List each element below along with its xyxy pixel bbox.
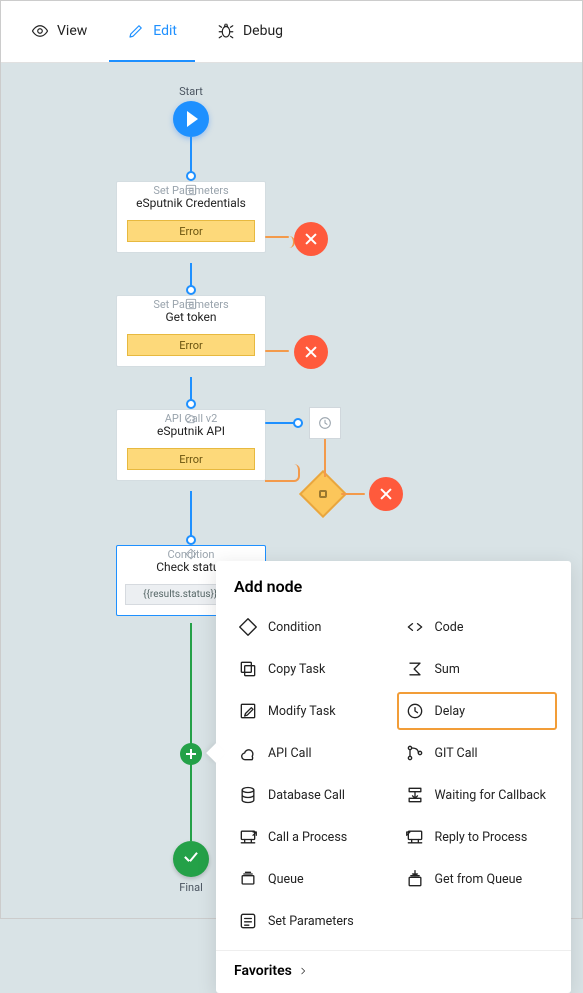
git-call-icon: [405, 743, 425, 763]
queue-icon: [238, 869, 258, 889]
option-label: Copy Task: [268, 662, 325, 677]
delete-node-button[interactable]: [294, 335, 328, 369]
add-node-option-condition[interactable]: Condition: [230, 608, 391, 646]
option-label: Waiting for Callback: [435, 788, 546, 803]
node-type-label: Condition: [167, 548, 214, 561]
node-api-call[interactable]: API Call v2 eSputnik API Error: [116, 409, 266, 481]
delay-icon: [405, 701, 425, 721]
node-type-label: API Call v2: [165, 412, 218, 425]
node-name: Get token: [117, 308, 265, 334]
add-node-button[interactable]: [180, 743, 202, 765]
add-node-option-queue[interactable]: Queue: [230, 860, 391, 898]
code-icon: [405, 617, 425, 637]
node-error-badge: Error: [127, 220, 255, 242]
final-label: Final: [171, 881, 211, 894]
add-node-option-git-call[interactable]: GIT Call: [397, 734, 558, 772]
option-label: Code: [435, 620, 464, 635]
reply-proc-icon: [405, 827, 425, 847]
connector-dot: [186, 285, 196, 295]
option-label: GIT Call: [435, 746, 478, 761]
node-set-params-2[interactable]: Set Parameters Get token Error: [116, 295, 266, 367]
copy-task-icon: [238, 659, 258, 679]
add-node-option-api-call[interactable]: API Call: [230, 734, 391, 772]
option-label: Get from Queue: [435, 872, 523, 887]
connector: [190, 623, 192, 841]
add-node-option-db-call[interactable]: Database Call: [230, 776, 391, 814]
connector-dot: [293, 418, 303, 428]
modify-task-icon: [238, 701, 258, 721]
favorites-section[interactable]: Favorites: [216, 950, 571, 983]
add-node-option-get-queue[interactable]: Get from Queue: [397, 860, 558, 898]
option-label: Sum: [435, 662, 460, 677]
tab-view-label: View: [57, 23, 87, 39]
option-label: Modify Task: [268, 704, 336, 719]
final-node[interactable]: [173, 841, 209, 877]
node-name: eSputnik API: [117, 422, 265, 448]
add-node-option-modify-task[interactable]: Modify Task: [230, 692, 391, 730]
node-name: eSputnik Credentials: [117, 194, 265, 220]
node-error-badge: Error: [127, 334, 255, 356]
condition-icon: [238, 617, 258, 637]
wait-cb-icon: [405, 785, 425, 805]
tab-debug-label: Debug: [243, 23, 283, 39]
add-node-option-set-params[interactable]: Set Parameters: [230, 902, 391, 940]
api-call-icon: [238, 743, 258, 763]
sum-icon: [405, 659, 425, 679]
favorites-label: Favorites: [234, 963, 292, 979]
node-set-params-1[interactable]: Set Parameters eSputnik Credentials Erro…: [116, 181, 266, 253]
option-label: Reply to Process: [435, 830, 528, 845]
delay-mini-node[interactable]: [309, 407, 341, 439]
get-queue-icon: [405, 869, 425, 889]
add-node-option-copy-task[interactable]: Copy Task: [230, 650, 391, 688]
node-type-label: Set Parameters: [153, 184, 228, 197]
tab-view[interactable]: View: [13, 1, 105, 62]
connector: [190, 491, 192, 541]
add-node-popover: Add node Condition Code Copy Task Sum Modify…: [216, 561, 571, 993]
tab-edit-label: Edit: [153, 23, 177, 39]
add-node-option-code[interactable]: Code: [397, 608, 558, 646]
node-type-label: Set Parameters: [153, 298, 228, 311]
node-error-badge: Error: [127, 448, 255, 470]
connector-dot: [186, 171, 196, 181]
add-node-option-reply-proc[interactable]: Reply to Process: [397, 818, 558, 856]
branch-diamond[interactable]: [299, 470, 347, 518]
add-node-option-call-proc[interactable]: Call a Process: [230, 818, 391, 856]
option-label: Call a Process: [268, 830, 347, 845]
add-node-option-delay[interactable]: Delay: [397, 692, 558, 730]
tab-edit[interactable]: Edit: [109, 1, 195, 62]
option-label: Queue: [268, 872, 304, 887]
tab-debug[interactable]: Debug: [199, 1, 301, 62]
delete-node-button[interactable]: [369, 477, 403, 511]
option-label: API Call: [268, 746, 312, 761]
add-node-option-sum[interactable]: Sum: [397, 650, 558, 688]
option-label: Database Call: [268, 788, 345, 803]
connector-dot: [186, 535, 196, 545]
popover-title: Add node: [234, 577, 553, 596]
call-proc-icon: [238, 827, 258, 847]
add-node-option-wait-cb[interactable]: Waiting for Callback: [397, 776, 558, 814]
start-label: Start: [171, 85, 211, 98]
toolbar: View Edit Debug: [1, 1, 582, 63]
option-label: Delay: [435, 704, 466, 719]
option-label: Condition: [268, 620, 321, 635]
start-node[interactable]: [173, 101, 209, 137]
set-params-icon: [238, 911, 258, 931]
connector-dot: [186, 399, 196, 409]
db-call-icon: [238, 785, 258, 805]
delete-node-button[interactable]: [294, 222, 328, 256]
option-label: Set Parameters: [268, 914, 354, 929]
